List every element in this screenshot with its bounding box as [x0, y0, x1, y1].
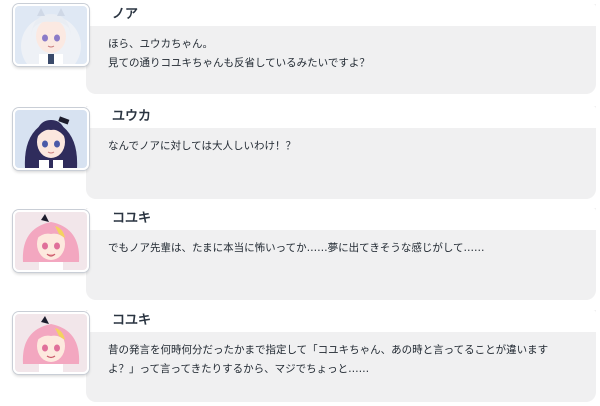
dialogue-entry: コユキ 昔の発言を何時何分だったかまで指定して「コユキちゃん、あの時と言ってるこ…	[0, 306, 600, 406]
dialogue-line: でもノア先輩は、たまに本当に怖いってか……夢に出てきそうな感じがして……	[108, 242, 485, 254]
koyuki-avatar	[13, 312, 89, 374]
dialogue-line: なんでノアに対しては大人しいわけ！？	[108, 140, 296, 152]
noa-avatar	[13, 4, 89, 66]
dialogue-line: よ？」って言ってきたりするから、マジでちょっと……	[108, 363, 370, 375]
dialogue-text: ほら、ユウカちゃん。 見ての通りコユキちゃんも反省しているみたいですよ？	[108, 35, 588, 73]
speaker-name-bar	[86, 4, 596, 26]
dialogue-line: 昔の発言を何時何分だったかまで指定して「コユキちゃん、あの時と言ってることが違い…	[108, 344, 549, 356]
dialogue-entry: ユウカ なんでノアに対しては大人しいわけ！？	[0, 102, 600, 202]
dialogue-text: なんでノアに対しては大人しいわけ！？	[108, 137, 588, 156]
speaker-name-bar	[86, 208, 596, 230]
speaker-name: ユウカ	[112, 109, 152, 124]
speaker-name-bar	[86, 106, 596, 128]
dialogue-text: でもノア先輩は、たまに本当に怖いってか……夢に出てきそうな感じがして……	[108, 239, 588, 258]
dialogue-entry: ノア ほら、ユウカちゃん。 見ての通りコユキちゃんも反省しているみたいですよ？	[0, 0, 600, 100]
yuuka-avatar	[13, 108, 89, 170]
speaker-name-bar	[86, 310, 596, 332]
speaker-name: コユキ	[112, 211, 152, 226]
dialogue-line: ほら、ユウカちゃん。	[108, 38, 213, 50]
speaker-name: ノア	[112, 7, 139, 22]
speaker-name: コユキ	[112, 313, 152, 328]
dialogue-entry: コユキ でもノア先輩は、たまに本当に怖いってか……夢に出てきそうな感じがして……	[0, 204, 600, 304]
dialogue-line: 見ての通りコユキちゃんも反省しているみたいですよ？	[108, 57, 370, 69]
dialogue-text: 昔の発言を何時何分だったかまで指定して「コユキちゃん、あの時と言ってることが違い…	[108, 341, 588, 379]
koyuki-avatar	[13, 210, 89, 272]
